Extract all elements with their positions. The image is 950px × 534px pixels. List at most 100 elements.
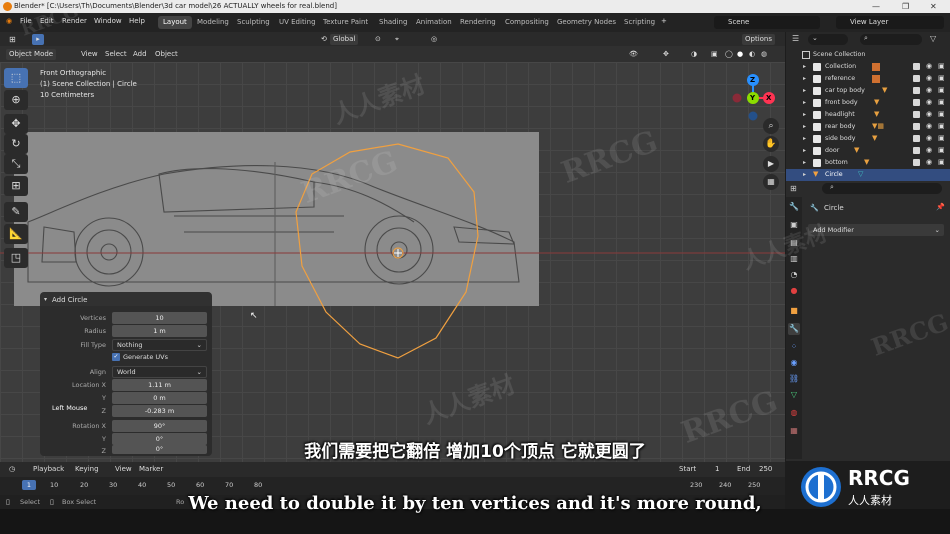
scene-selector[interactable]: Scene (714, 16, 820, 29)
collapse-icon[interactable]: ▾ (44, 296, 47, 303)
properties-editor-icon[interactable]: ⊞ (790, 184, 797, 193)
expand-arrow-icon[interactable]: ▸ (803, 147, 806, 154)
pin-icon[interactable]: 📌 (936, 203, 945, 211)
render-camera-icon[interactable]: ▣ (938, 74, 945, 82)
close-button[interactable]: ✕ (930, 0, 937, 13)
visibility-eye-icon[interactable]: ◉ (926, 74, 932, 82)
include-checkbox[interactable] (913, 159, 920, 166)
rotate-tool-icon[interactable]: ↻ (4, 134, 28, 154)
menu-marker[interactable]: Marker (136, 464, 166, 475)
filter-icon[interactable]: ⌄ (808, 34, 848, 45)
outliner-item-headlight[interactable]: ▸ headlight ▼ ◉ ▣ (786, 109, 950, 121)
outliner-item-front-body[interactable]: ▸ front body ▼ ◉ ▣ (786, 97, 950, 109)
include-checkbox[interactable] (913, 63, 920, 70)
visibility-eye-icon[interactable]: ◉ (926, 86, 932, 94)
visibility-eye-icon[interactable]: ◉ (926, 158, 932, 166)
outliner-search-input[interactable]: ⌕ (860, 34, 922, 45)
modifier-tab-icon[interactable]: 🔧 (788, 323, 800, 335)
render-camera-icon[interactable]: ▣ (938, 110, 945, 118)
xray-icon[interactable]: ▣ (708, 49, 721, 60)
expand-arrow-icon[interactable]: ▸ (803, 159, 806, 166)
vertices-field[interactable]: 10 (112, 312, 207, 324)
properties-search-input[interactable]: ⌕ (822, 183, 942, 194)
include-checkbox[interactable] (913, 135, 920, 142)
transform-tool-icon[interactable]: ⊞ (4, 176, 28, 196)
perspective-grid-icon[interactable]: ▦ (763, 174, 779, 190)
overlays-icon[interactable]: ◑ (688, 49, 700, 60)
visibility-eye-icon[interactable]: ◉ (926, 98, 932, 106)
constraints-tab-icon[interactable]: ⛓ (788, 373, 800, 385)
orientation-icon[interactable]: ⟲ (318, 34, 330, 45)
include-checkbox[interactable] (913, 99, 920, 106)
minimize-button[interactable]: — (872, 0, 880, 13)
snap-icon[interactable]: ⌖ (392, 34, 402, 45)
tab-geometry-nodes[interactable]: Geometry Nodes (552, 16, 621, 29)
tab-uv-editing[interactable]: UV Editing (274, 16, 321, 29)
physics-tab-icon[interactable]: ◉ (788, 357, 800, 369)
move-tool-icon[interactable]: ✥ (4, 114, 28, 134)
end-frame-field[interactable]: 250 (756, 464, 775, 475)
outliner-editor-icon[interactable]: ☰ (792, 34, 799, 43)
render-camera-icon[interactable]: ▣ (938, 86, 945, 94)
blender-menu-icon[interactable]: ◉ (6, 17, 12, 25)
object-tab-icon[interactable]: ■ (788, 305, 800, 317)
texture-tab-icon[interactable]: ▦ (788, 425, 800, 437)
render-camera-icon[interactable]: ▣ (938, 158, 945, 166)
location-x-field[interactable]: 1.11 m (112, 379, 207, 391)
expand-arrow-icon[interactable]: ▸ (803, 135, 806, 142)
particles-tab-icon[interactable]: ⁘ (788, 341, 800, 353)
expand-arrow-icon[interactable]: ▸ (803, 99, 806, 106)
outliner-item-reference[interactable]: ▸ reference ◉ ▣ (786, 73, 950, 85)
view-layer-selector[interactable]: View Layer (836, 16, 944, 29)
tab-layout[interactable]: Layout (158, 16, 192, 29)
proportional-edit-icon[interactable]: ◎ (428, 34, 440, 45)
render-camera-icon[interactable]: ▣ (938, 62, 945, 70)
add-circle-panel[interactable]: Add Circle ▾ Vertices 10 Radius 1 m Fill… (40, 292, 212, 456)
expand-arrow-icon[interactable]: ▸ (803, 87, 806, 94)
menu-view[interactable]: View (78, 49, 101, 60)
outliner[interactable]: ☰ ⌄ ⌕ ▽ Scene Collection ▸ Collection ◉ … (786, 32, 950, 181)
shading-solid-icon[interactable]: ● (734, 49, 746, 60)
tab-rendering[interactable]: Rendering (455, 16, 501, 29)
render-camera-icon[interactable]: ▣ (938, 146, 945, 154)
location-y-field[interactable]: 0 m (112, 392, 207, 404)
outliner-item-car-top-body[interactable]: ▸ car top body ▼ ◉ ▣ (786, 85, 950, 97)
include-checkbox[interactable] (913, 147, 920, 154)
visibility-eye-icon[interactable]: ◉ (926, 110, 932, 118)
outliner-item-side-body[interactable]: ▸ side body ▼ ◉ ▣ (786, 133, 950, 145)
menu-view-timeline[interactable]: View (112, 464, 135, 475)
outliner-item-bottom[interactable]: ▸ bottom ▼ ◉ ▣ (786, 157, 950, 169)
clock-icon[interactable]: ◷ (6, 464, 18, 475)
tab-texture-paint[interactable]: Texture Paint (318, 16, 373, 29)
pivot-icon[interactable]: ⊙ (372, 34, 384, 45)
expand-arrow-icon[interactable]: ▸ (803, 75, 806, 82)
cursor-tool-icon[interactable]: ⊕ (4, 90, 28, 110)
annotate-tool-icon[interactable]: ✎ (4, 202, 28, 222)
tool-tab-icon[interactable]: 🔧 (788, 201, 800, 213)
location-z-field[interactable]: -0.283 m (112, 405, 207, 417)
shading-material-icon[interactable]: ◐ (746, 49, 758, 60)
transform-orientation-select[interactable]: Global (330, 34, 359, 45)
current-frame-indicator[interactable]: 1 (22, 480, 36, 490)
visibility-eye-icon[interactable]: ◉ (926, 146, 932, 154)
include-checkbox[interactable] (913, 111, 920, 118)
object-mode-select[interactable]: Object Mode (6, 49, 57, 60)
editor-type-icon[interactable]: ⊞ (6, 34, 19, 45)
include-checkbox[interactable] (913, 87, 920, 94)
radius-field[interactable]: 1 m (112, 325, 207, 337)
include-checkbox[interactable] (913, 75, 920, 82)
menu-select[interactable]: Select (102, 49, 130, 60)
menu-playback[interactable]: Playback (30, 464, 67, 475)
tab-scripting[interactable]: Scripting (619, 16, 660, 29)
outliner-root-row[interactable]: Scene Collection (786, 49, 950, 61)
add-modifier-button[interactable]: Add Modifier ⌄ (808, 224, 944, 236)
outliner-item-collection[interactable]: ▸ Collection ◉ ▣ (786, 61, 950, 73)
visibility-icon[interactable]: 👁 (626, 49, 641, 60)
tab-sculpting[interactable]: Sculpting (232, 16, 275, 29)
select-box-tool-icon[interactable]: ⬚ (4, 68, 28, 88)
visibility-eye-icon[interactable]: ◉ (926, 134, 932, 142)
data-tab-icon[interactable]: ▽ (788, 389, 800, 401)
generate-uvs-checkbox[interactable]: ✓ (112, 353, 120, 361)
camera-view-icon[interactable]: ▶ (763, 156, 779, 172)
visibility-eye-icon[interactable]: ◉ (926, 62, 932, 70)
